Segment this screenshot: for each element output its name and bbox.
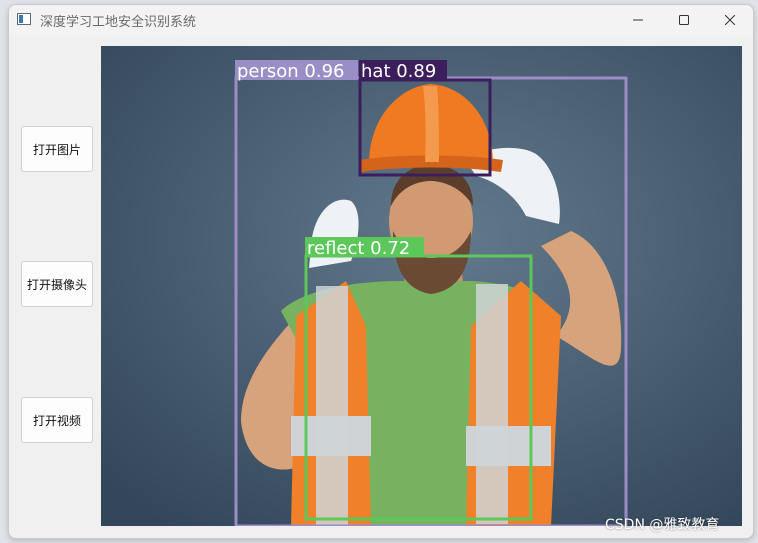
app-window: 深度学习工地安全识别系统 打开图片 打开摄像头 打开视频 person 0.96… [8,4,754,539]
open-image-button[interactable]: 打开图片 [21,126,93,172]
close-icon [725,15,735,25]
close-button[interactable] [707,5,753,35]
hat-label: hat 0.89 [361,61,436,82]
app-icon [17,13,31,25]
maximize-icon [679,15,689,25]
detection-display: person 0.96 hat 0.89 reflect 0.72 [101,46,742,526]
open-camera-button[interactable]: 打开摄像头 [21,261,93,307]
csdn-watermark: CSDN @雅致教育 [605,517,720,533]
open-video-button[interactable]: 打开视频 [21,397,93,443]
maximize-button[interactable] [661,5,707,35]
person-label: person 0.96 [237,61,345,82]
window-title: 深度学习工地安全识别系统 [40,15,197,30]
reflect-label: reflect 0.72 [307,238,410,259]
minimize-button[interactable] [615,5,661,35]
minimize-icon [633,19,643,21]
title-bar[interactable]: 深度学习工地安全识别系统 [9,5,753,35]
